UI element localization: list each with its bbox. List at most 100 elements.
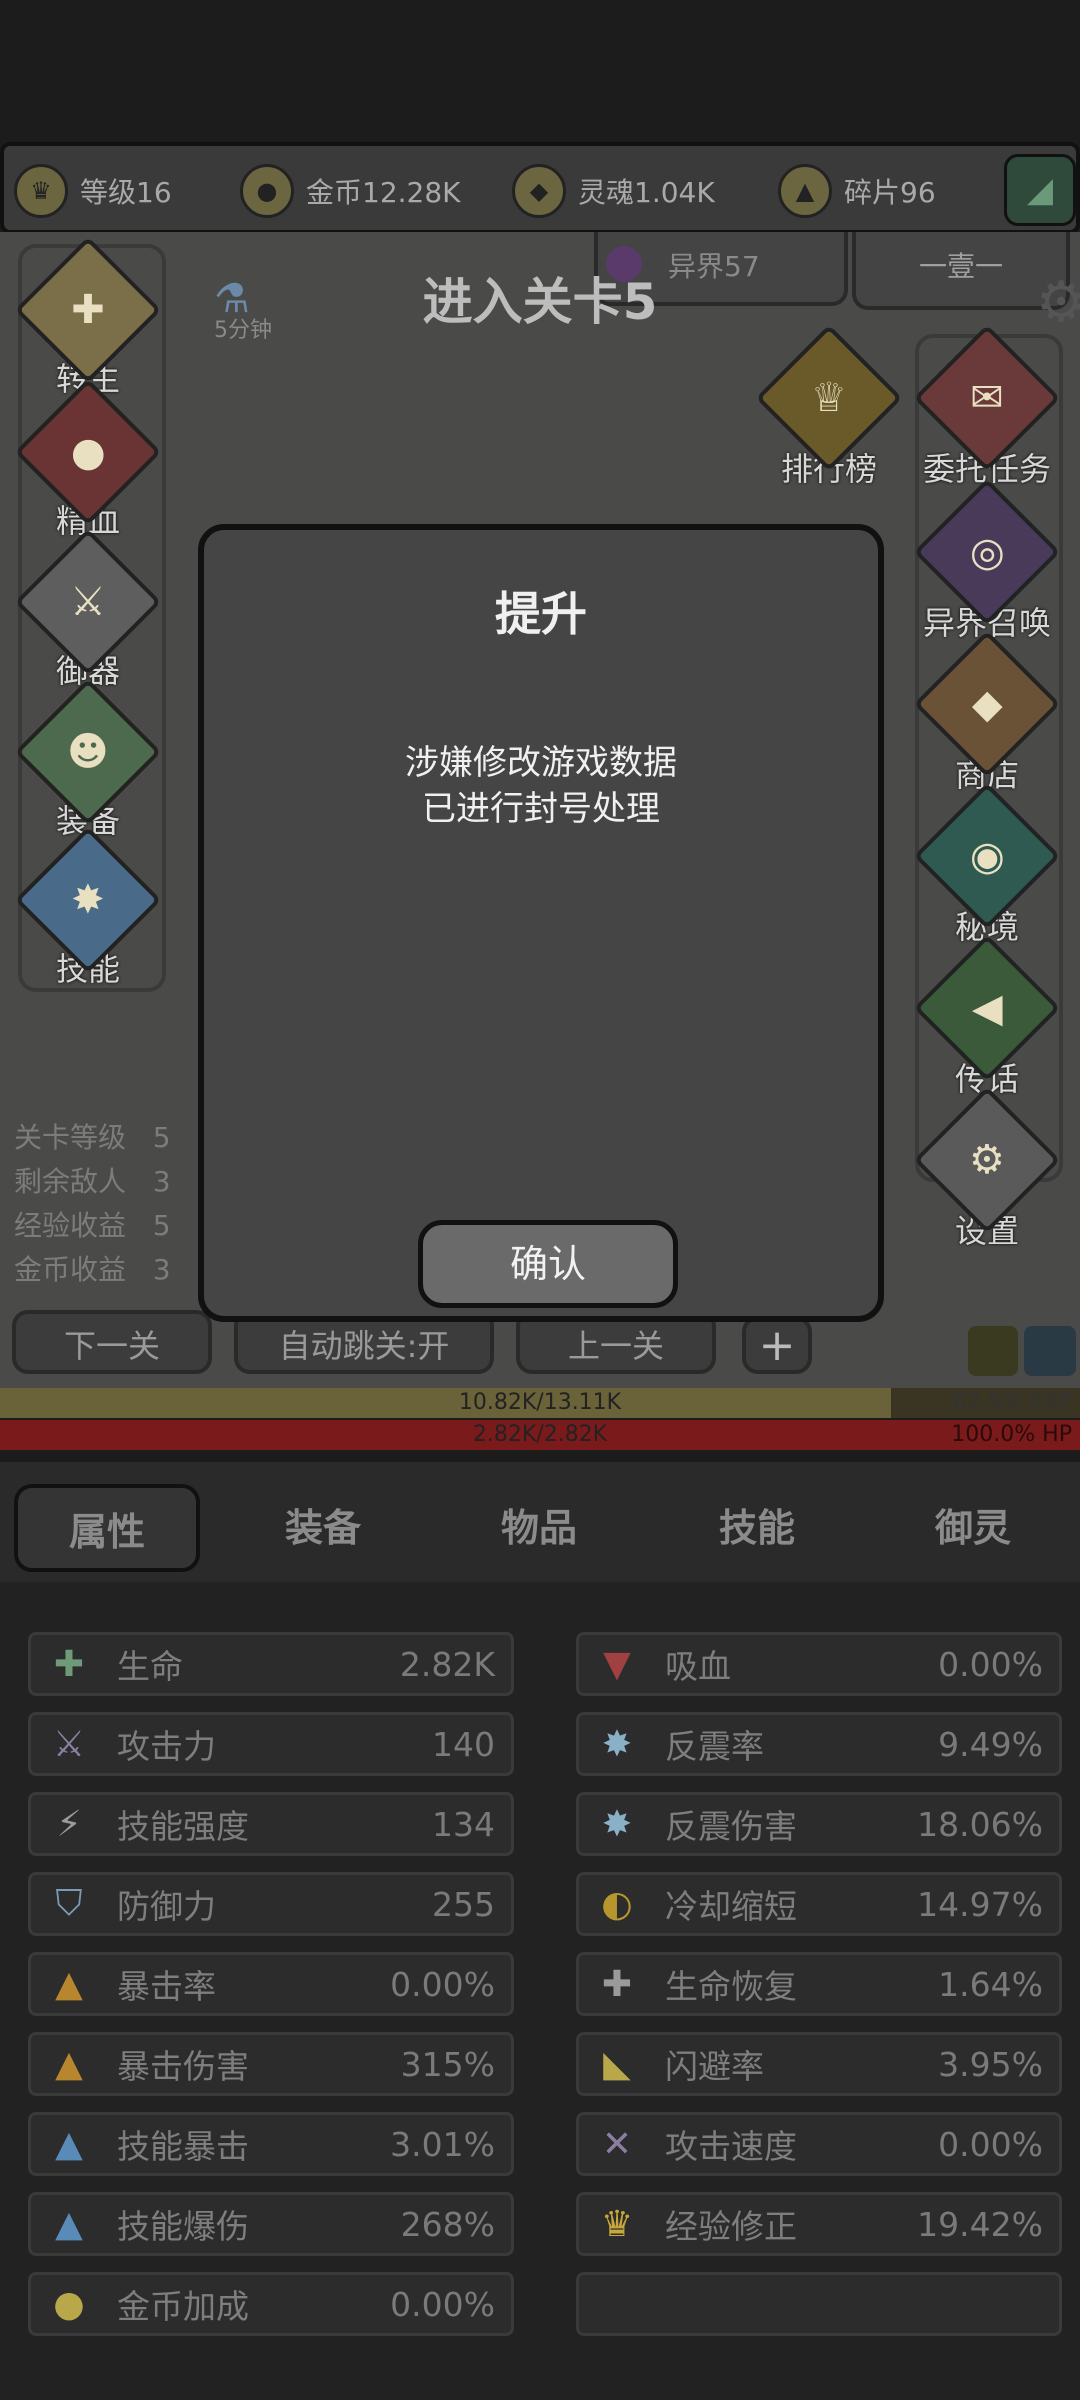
attribute-value: 19.42% <box>917 2204 1043 2244</box>
attribute-row: ▲ 暴击率 0.00% <box>28 1952 514 2016</box>
attribute-row: ● 金币加成 0.00% <box>28 2272 514 2336</box>
dialog-title: 提升 <box>495 587 587 641</box>
menu-leaderboard[interactable]: ♕ 排行榜 <box>744 324 914 490</box>
attribute-value: 0.00% <box>390 1964 495 2004</box>
attribute-name: 技能暴击 <box>117 2127 249 2166</box>
tab-bar: 属性 装备 物品 技能 御灵 <box>0 1462 1080 1582</box>
attribute-row: ♛ 经验修正 19.42% <box>576 2192 1062 2256</box>
attribute-value: 9.49% <box>938 1724 1043 1764</box>
attribute-name: 反震伤害 <box>665 1807 797 1846</box>
attribute-value: 134 <box>432 1804 495 1844</box>
stage-info-row: 金币收益 3 <box>14 1253 171 1286</box>
hp-text: 2.82K/2.82K <box>472 1422 608 1447</box>
tab-skills[interactable]: 技能 <box>664 1484 850 1572</box>
dialog-message-line: 已进行封号处理 <box>422 789 660 829</box>
gear-icon[interactable]: ⚙ <box>1036 270 1080 335</box>
tab-items[interactable]: 物品 <box>446 1484 632 1572</box>
blue-flame-icon: ▲ <box>55 2203 83 2245</box>
attribute-value: 2.82K <box>399 1644 495 1684</box>
attribute-row: ✸ 反震伤害 18.06% <box>576 1792 1062 1856</box>
add-button[interactable]: + <box>742 1316 812 1374</box>
attribute-row: ✚ 生命 2.82K <box>28 1632 514 1696</box>
tab-spirit[interactable]: 御灵 <box>880 1484 1066 1572</box>
attribute-value: 0.00% <box>938 1644 1043 1684</box>
menu-equipment[interactable]: ☻ 装备 <box>14 678 162 842</box>
shard-label: 碎片96 <box>844 176 936 209</box>
coin-icon: ● <box>240 164 294 218</box>
attribute-name: 暴击率 <box>117 1967 216 2006</box>
tab-attributes[interactable]: 属性 <box>14 1484 200 1572</box>
resource-soul: ◆ 灵魂1.04K <box>512 164 715 218</box>
shield-slot-icon[interactable] <box>1024 1326 1076 1376</box>
hp-percent: 100.0% HP <box>951 1422 1072 1447</box>
cooldown-icon: ◐ <box>601 1883 633 1925</box>
menu-secret-realm[interactable]: ◉ 秘境 <box>902 782 1072 948</box>
attribute-name: 金币加成 <box>117 2287 249 2326</box>
soul-icon: ◆ <box>512 164 566 218</box>
crystal-icon: ✸ <box>601 1803 633 1845</box>
menu-summon[interactable]: ◎ 异界召唤 <box>902 478 1072 644</box>
attribute-value: 315% <box>400 2044 495 2084</box>
stage-info-row: 剩余敌人 3 <box>14 1165 171 1198</box>
attribute-value: 1.64% <box>938 1964 1043 2004</box>
menu-essence[interactable]: ● 精血 <box>14 378 162 542</box>
menu-rebirth[interactable]: ✚ 转生 <box>14 236 162 400</box>
hp-bar: 2.82K/2.82K 100.0% HP <box>0 1420 1080 1450</box>
attribute-value: 255 <box>432 1884 495 1924</box>
menu-broadcast[interactable]: ◀ 传话 <box>902 934 1072 1100</box>
attribute-row: ◣ 闪避率 3.95% <box>576 2032 1062 2096</box>
attribute-row: ⛉ 防御力 255 <box>28 1872 514 1936</box>
tab-equipment[interactable]: 装备 <box>230 1484 416 1572</box>
bat-icon: ▼ <box>603 1643 631 1685</box>
blue-flame-icon: ▲ <box>55 2123 83 2165</box>
menu-settings[interactable]: ⚙ 设置 <box>902 1086 1072 1252</box>
menu-shop[interactable]: ◆ 商店 <box>902 630 1072 796</box>
confirm-button[interactable]: 确认 <box>418 1220 678 1308</box>
swords-icon: ✕ <box>601 2123 633 2165</box>
attribute-name: 暴击伤害 <box>117 2047 249 2086</box>
attribute-row: ✕ 攻击速度 0.00% <box>576 2112 1062 2176</box>
dialog-message: 涉嫌修改游戏数据 已进行封号处理 <box>204 740 878 832</box>
empty-slot <box>589 2276 645 2332</box>
attribute-row: ▲ 暴击伤害 315% <box>28 2032 514 2096</box>
attribute-row: ⚔ 攻击力 140 <box>28 1712 514 1776</box>
exp-text: 10.82K/13.11K <box>458 1390 622 1415</box>
shard-icon: ▲ <box>778 164 832 218</box>
attribute-name: 防御力 <box>117 1887 216 1926</box>
signal-icon[interactable]: ◢ <box>1004 154 1076 226</box>
plus-icon: ✚ <box>53 1643 85 1685</box>
regen-icon: ✚ <box>601 1963 633 2005</box>
attribute-row: ▼ 吸血 0.00% <box>576 1632 1062 1696</box>
attribute-row: ▲ 技能爆伤 268% <box>28 2192 514 2256</box>
next-stage-button[interactable]: 下一关 <box>12 1310 212 1374</box>
attribute-value: 3.95% <box>938 2044 1043 2084</box>
menu-skill[interactable]: ✸ 技能 <box>14 826 162 990</box>
attribute-name: 生命恢复 <box>665 1967 797 2006</box>
attribute-row <box>576 2272 1062 2336</box>
attribute-row: ✸ 反震率 9.49% <box>576 1712 1062 1776</box>
menu-artifact[interactable]: ⚔ 御器 <box>14 528 162 692</box>
flame-icon: ▲ <box>55 2043 83 2085</box>
menu-commission[interactable]: ✉ 委托任务 <box>902 324 1072 490</box>
resource-level: ♛ 等级16 <box>14 164 172 218</box>
attribute-row: ⚡ 技能强度 134 <box>28 1792 514 1856</box>
attribute-value: 0.00% <box>938 2124 1043 2164</box>
soul-label: 灵魂1.04K <box>578 176 715 209</box>
stage-info: 关卡等级 5 剩余敌人 3 经验收益 5 金币收益 3 <box>14 1116 171 1292</box>
attribute-name: 闪避率 <box>665 2047 764 2086</box>
attribute-value: 140 <box>432 1724 495 1764</box>
stage-title[interactable]: 进入关卡5 <box>300 262 780 334</box>
attribute-name: 冷却缩短 <box>665 1887 797 1926</box>
shield-icon: ⛉ <box>55 1883 83 1924</box>
attribute-row: ◐ 冷却缩短 14.97% <box>576 1872 1062 1936</box>
weapon-slot-icon[interactable] <box>968 1326 1018 1376</box>
sword-icon: ⚔ <box>52 1723 86 1765</box>
attribute-name: 技能强度 <box>117 1807 249 1846</box>
attribute-name: 攻击速度 <box>665 2127 797 2166</box>
stage-info-row: 经验收益 5 <box>14 1209 171 1242</box>
dialog: 提升 涉嫌修改游戏数据 已进行封号处理 确认 <box>198 524 884 1322</box>
resource-gold: ● 金币12.28K <box>240 164 461 218</box>
attribute-value: 268% <box>400 2204 495 2244</box>
boot-icon: ◣ <box>603 2043 631 2085</box>
attribute-row: ✚ 生命恢复 1.64% <box>576 1952 1062 2016</box>
